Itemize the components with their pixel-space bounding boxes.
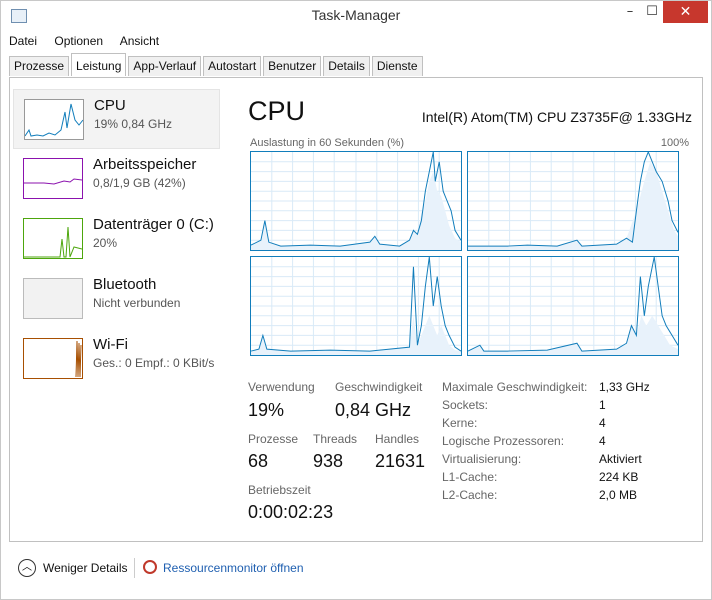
sockets-label: Sockets:	[442, 398, 489, 412]
speed-label: Geschwindigkeit	[335, 380, 423, 394]
sidebar-item-label: Bluetooth	[93, 276, 157, 293]
fewer-details-button[interactable]: Weniger Details	[43, 561, 127, 575]
graph-max-label: 100%	[660, 137, 689, 149]
tab-autostart[interactable]: Autostart	[203, 56, 262, 76]
logical-processors-label: Logische Prozessoren:	[442, 434, 565, 448]
cpu-thumbnail-graph	[24, 99, 84, 140]
sidebar-item-arbeitsspeicher[interactable]: Arbeitsspeicher 0,8/1,9 GB (42%)	[13, 149, 218, 207]
tab-bar: Prozesse Leistung App-Verlauf Autostart …	[9, 53, 425, 77]
logical-processors-value: 4	[599, 434, 606, 448]
chevron-up-icon[interactable]: ︿	[18, 559, 36, 577]
threads-label: Threads	[313, 432, 358, 446]
cpu-detail-pane: CPU Intel(R) Atom(TM) CPU Z3735F@ 1.33GH…	[248, 78, 698, 541]
graph-caption: Auslastung in 60 Sekunden (%)	[250, 137, 405, 149]
speed-value: 0,84 GHz	[335, 400, 412, 420]
uptime-value: 0:00:02:23	[248, 502, 334, 522]
performance-panel: CPU 19% 0,84 GHz Arbeitsspeicher 0,8/1,9…	[9, 78, 703, 542]
sidebar-item-datentraeger[interactable]: Datenträger 0 (C:) 20%	[13, 209, 218, 267]
l2-cache-value: 2,0 MB	[599, 488, 638, 502]
minimize-button[interactable]: –	[619, 1, 641, 23]
menu-bar: Datei Optionen Ansicht	[9, 34, 173, 52]
tab-dienste[interactable]: Dienste	[371, 56, 423, 76]
close-button[interactable]: ✕	[663, 1, 708, 23]
maximize-button[interactable]: ☐	[641, 1, 663, 23]
tab-benutzer[interactable]: Benutzer	[263, 56, 322, 76]
task-manager-window: Task-Manager – ☐ ✕ Datei Optionen Ansich…	[0, 0, 712, 600]
tab-leistung[interactable]: Leistung	[71, 53, 127, 76]
virtualization-value: Aktiviert	[599, 452, 642, 466]
title-bar[interactable]: Task-Manager – ☐ ✕	[1, 1, 711, 31]
l1-cache-value: 224 KB	[599, 470, 639, 484]
footer-divider	[134, 558, 135, 578]
disk-thumbnail-graph	[23, 218, 83, 259]
open-resource-monitor-link[interactable]: Ressourcenmonitor öffnen	[163, 561, 304, 575]
cpu-model-name: Intel(R) Atom(TM) CPU Z3735F@ 1.33GHz	[421, 109, 692, 125]
processes-label: Prozesse	[248, 432, 299, 446]
sidebar-item-detail: Ges.: 0 Empf.: 0 KBit/s	[93, 356, 215, 370]
sidebar-item-label: CPU	[94, 97, 126, 114]
resource-monitor-icon[interactable]	[143, 560, 157, 574]
tab-prozesse[interactable]: Prozesse	[9, 56, 70, 76]
uptime-label: Betriebszeit	[248, 483, 311, 497]
menu-datei[interactable]: Datei	[9, 34, 37, 48]
sidebar-item-label: Datenträger 0 (C:)	[93, 216, 214, 233]
window-title: Task-Manager	[311, 7, 401, 23]
core-graph-0	[250, 151, 462, 251]
max-speed-value: 1,33 GHz	[599, 380, 650, 394]
processes-value: 68	[248, 451, 269, 471]
bluetooth-thumbnail-graph	[23, 278, 83, 319]
max-speed-label: Maximale Geschwindigkeit:	[442, 380, 588, 394]
sidebar-item-bluetooth[interactable]: Bluetooth Nicht verbunden	[13, 269, 218, 327]
tab-details[interactable]: Details	[323, 56, 370, 76]
sidebar-item-label: Arbeitsspeicher	[93, 156, 197, 173]
core-graph-3	[467, 256, 679, 356]
core-graph-1	[467, 151, 679, 251]
sidebar-item-detail: 19% 0,84 GHz	[94, 117, 173, 131]
sidebar-item-wifi[interactable]: Wi-Fi Ges.: 0 Empf.: 0 KBit/s	[13, 329, 218, 387]
sidebar-item-cpu[interactable]: CPU 19% 0,84 GHz	[13, 89, 220, 149]
cores-label: Kerne:	[442, 416, 478, 430]
virtualization-label: Virtualisierung:	[442, 452, 522, 466]
handles-label: Handles	[375, 432, 420, 446]
wifi-thumbnail-graph	[23, 338, 83, 379]
sidebar-item-detail: 0,8/1,9 GB (42%)	[93, 176, 186, 190]
memory-thumbnail-graph	[23, 158, 83, 199]
usage-value: 19%	[248, 400, 285, 420]
cores-value: 4	[599, 416, 606, 430]
l1-cache-label: L1-Cache:	[442, 470, 498, 484]
usage-label: Verwendung	[248, 380, 315, 394]
l2-cache-label: L2-Cache:	[442, 488, 498, 502]
menu-ansicht[interactable]: Ansicht	[120, 34, 159, 48]
sidebar-item-label: Wi-Fi	[93, 336, 128, 353]
sidebar-item-detail: Nicht verbunden	[93, 296, 181, 310]
sockets-value: 1	[599, 398, 606, 412]
page-title: CPU	[248, 96, 306, 126]
resource-sidebar: CPU 19% 0,84 GHz Arbeitsspeicher 0,8/1,9…	[10, 78, 240, 541]
menu-optionen[interactable]: Optionen	[54, 34, 103, 48]
handles-value: 21631	[375, 451, 426, 471]
core-graph-2	[250, 256, 462, 356]
footer-bar: ︿ Weniger Details Ressourcenmonitor öffn…	[1, 550, 712, 590]
sidebar-item-detail: 20%	[93, 236, 118, 250]
threads-value: 938	[313, 451, 344, 471]
tab-app-verlauf[interactable]: App-Verlauf	[128, 56, 202, 76]
